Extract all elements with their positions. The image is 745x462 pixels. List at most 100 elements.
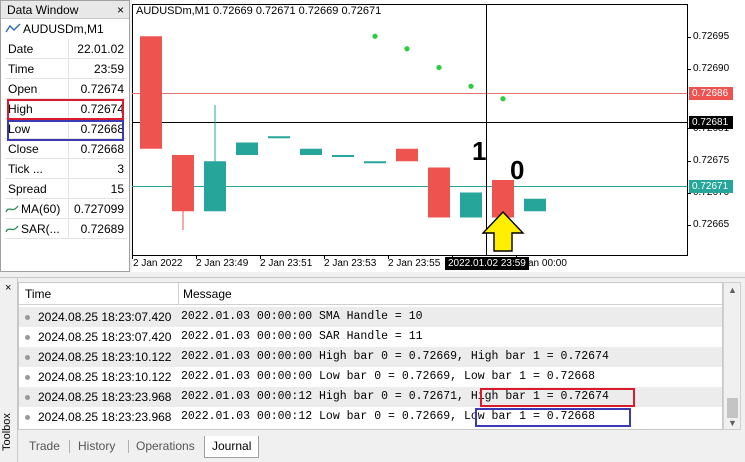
- candle-body: [172, 155, 194, 212]
- dw-value: 22.01.02: [77, 42, 124, 56]
- arrow-up-icon: [481, 210, 525, 252]
- candle-body: [236, 142, 258, 155]
- dw-row-tick: Tick ... 3: [5, 159, 127, 179]
- dw-row-time: Time 23:59: [5, 59, 127, 79]
- sar-dot: [404, 46, 410, 52]
- data-window-title: Data Window ×: [1, 1, 129, 19]
- x-tick: Jan 00:00: [523, 258, 567, 269]
- journal-header: Time Message: [19, 283, 722, 305]
- dw-value: 23:59: [93, 62, 124, 76]
- symbol-name: AUDUSDm,M1: [23, 22, 104, 36]
- chart-header: AUDUSDm,M1 0.72669 0.72671 0.72669 0.726…: [136, 5, 382, 17]
- bar-number-0: 0: [510, 155, 525, 185]
- y-tick: 0.72690: [693, 63, 730, 74]
- candle-body: [396, 148, 418, 162]
- row-time: 2024.08.25 18:23:10.122: [38, 370, 172, 384]
- row-time: 2024.08.25 18:23:23.968: [38, 390, 172, 404]
- candle-body: [364, 161, 386, 164]
- tab-trade[interactable]: Trade: [22, 436, 67, 456]
- row-message: 2022.01.03 00:00:00 SMA Handle = 10: [181, 310, 423, 323]
- dw-key: Open: [5, 79, 69, 98]
- row-message: 2022.01.03 00:00:00 SAR Handle = 11: [181, 330, 423, 343]
- col-message-header[interactable]: Message: [183, 283, 232, 305]
- dw-row-open: Open 0.72674: [5, 79, 127, 99]
- dw-row-ma: MA(60) 0.727099: [5, 199, 127, 219]
- tab-journal[interactable]: Journal: [204, 436, 260, 458]
- sar-dot: [436, 64, 442, 71]
- dw-key: MA(60): [5, 199, 69, 218]
- scroll-down-icon[interactable]: ▼: [728, 418, 737, 428]
- toolbox-strip: × Toolbox: [0, 278, 18, 462]
- row-time: 2024.08.25 18:23:23.968: [38, 410, 172, 424]
- dw-key-text: SAR(...: [21, 222, 60, 236]
- sar-dot: [468, 83, 474, 89]
- candle-body: [140, 36, 162, 149]
- toolbox-label: Toolbox: [1, 413, 13, 451]
- indicator-icon: [5, 205, 19, 213]
- low-bar-1-highlight: [475, 408, 631, 427]
- candle-body: [268, 136, 290, 139]
- chart-canvas[interactable]: [132, 0, 745, 272]
- close-icon[interactable]: ×: [117, 1, 124, 19]
- indicator-icon: [5, 225, 19, 233]
- dw-value: 3: [117, 162, 124, 176]
- row-time: 2024.08.25 18:23:07.420: [38, 310, 172, 324]
- dw-row-close: Close 0.72668: [5, 139, 127, 159]
- col-time-header[interactable]: Time: [25, 283, 51, 305]
- candle-body: [332, 155, 354, 157]
- data-window-title-text: Data Window: [7, 3, 79, 17]
- x-tick: 2 Jan 23:55: [388, 258, 441, 269]
- high-row-highlight: [7, 99, 124, 120]
- sar-dot: [372, 33, 378, 39]
- dw-key: Time: [5, 59, 69, 78]
- dw-value: 15: [110, 182, 124, 196]
- chart-line-icon: [5, 23, 21, 33]
- plot-frame: [132, 4, 688, 256]
- close-icon[interactable]: ×: [5, 282, 11, 294]
- dw-key: Close: [5, 139, 69, 158]
- red-price-label: 0.72686: [689, 87, 733, 100]
- row-time: 2024.08.25 18:23:10.122: [38, 350, 172, 364]
- dw-value: 0.72668: [80, 142, 124, 156]
- price-chart[interactable]: AUDUSDm,M1 0.72669 0.72671 0.72669 0.726…: [132, 0, 745, 272]
- journal-row[interactable]: 2024.08.25 18:23:10.122 2022.01.03 00:00:…: [19, 367, 722, 387]
- dw-key: Date: [5, 39, 69, 58]
- tab-history[interactable]: History: [71, 436, 122, 456]
- y-tick: 0.72695: [693, 31, 730, 42]
- dw-value: 0.727099: [73, 202, 124, 216]
- teal-price-label: 0.72671: [689, 180, 733, 193]
- dw-key-text: MA(60): [21, 202, 61, 216]
- crosshair-price-label: 0.72681: [689, 116, 733, 129]
- dw-key: SAR(...: [5, 219, 69, 238]
- candle-body: [300, 148, 322, 155]
- bar-number-1: 1: [472, 136, 487, 166]
- journal-row[interactable]: 2024.08.25 18:23:10.122 2022.01.03 00:00:…: [19, 347, 722, 367]
- x-tick: 2 Jan 23:53: [324, 258, 377, 269]
- journal-list[interactable]: Time Message 2024.08.25 18:23:07.420 2022…: [18, 282, 723, 430]
- low-row-highlight: [7, 120, 124, 141]
- candle-body: [460, 192, 482, 218]
- candle-body: [204, 161, 226, 212]
- y-tick: 0.72675: [693, 155, 730, 166]
- high-bar-1-highlight: [480, 388, 635, 407]
- tab-operations[interactable]: Operations: [129, 436, 202, 456]
- dw-value: 0.72689: [80, 222, 124, 236]
- crosshair-time-label: 2022.01.02 23:59: [445, 257, 529, 270]
- x-tick: 2 Jan 23:49: [196, 258, 249, 269]
- x-tick: 2 Jan 23:51: [260, 258, 313, 269]
- sar-dot: [500, 96, 506, 102]
- y-tick: 0.72665: [693, 219, 730, 230]
- journal-scrollbar[interactable]: ▲ ▼: [723, 282, 741, 430]
- scroll-thumb[interactable]: [727, 398, 738, 418]
- toolbox-panel: × Toolbox Time Message 2024.08.25 18:23:…: [0, 277, 745, 462]
- journal-row[interactable]: 2024.08.25 18:23:07.420 2022.01.03 00:00:…: [19, 307, 722, 327]
- dw-row-sar: SAR(... 0.72689: [5, 219, 127, 239]
- dw-row-spread: Spread 15: [5, 179, 127, 199]
- dw-key: Spread: [5, 179, 69, 198]
- dw-key: Tick ...: [5, 159, 69, 178]
- candle-body: [524, 198, 546, 212]
- dw-value: 0.72674: [80, 82, 124, 96]
- journal-row[interactable]: 2024.08.25 18:23:07.420 2022.01.03 00:00:…: [19, 327, 722, 347]
- scroll-up-icon[interactable]: ▲: [728, 285, 737, 295]
- data-window: Data Window × AUDUSDm,M1 Date 22.01.02 Ti…: [0, 0, 130, 272]
